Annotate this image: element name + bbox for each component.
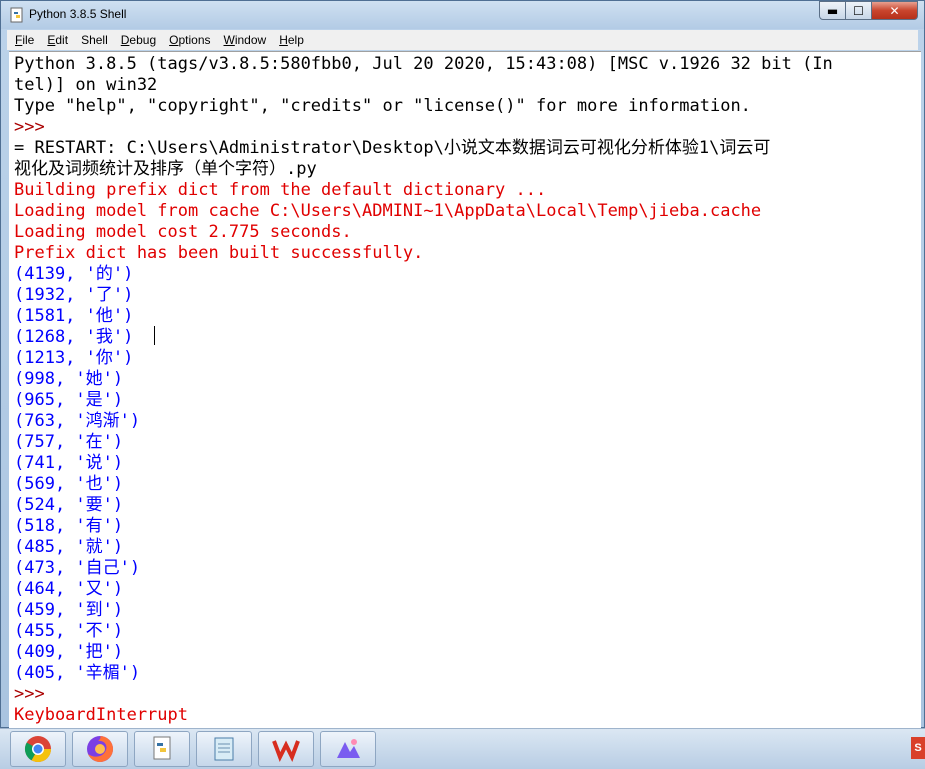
menu-window[interactable]: Window: [216, 33, 272, 47]
shell-line: (473, '自己'): [14, 558, 141, 578]
menu-debug[interactable]: Debug: [113, 33, 161, 47]
shell-line: >>>: [14, 117, 55, 137]
taskbar-wps[interactable]: [258, 731, 314, 767]
shell-line: 视化及词频统计及排序（单个字符）.py: [14, 159, 317, 179]
shell-line: >>>: [14, 684, 55, 704]
menu-shell[interactable]: Shell: [73, 33, 113, 47]
window-controls: ▬ ☐ ✕: [819, 1, 918, 21]
shell-line: (409, '把'): [14, 642, 124, 662]
shell-line: (1932, '了'): [14, 285, 134, 305]
menu-bar: File Edit Shell Debug Options Window Hel…: [7, 30, 918, 50]
shell-line: (763, '鸿渐'): [14, 411, 141, 431]
shell-line: = RESTART: C:\Users\Administrator\Deskto…: [14, 138, 771, 158]
shell-line: (998, '她'): [14, 369, 124, 389]
firefox-icon: [87, 736, 113, 762]
shell-line: Loading model cost 2.775 seconds.: [14, 222, 352, 242]
shell-line: Building prefix dict from the default di…: [14, 180, 547, 200]
shell-line: (741, '说'): [14, 453, 124, 473]
close-button[interactable]: ✕: [872, 1, 918, 20]
title-bar[interactable]: Python 3.8.5 Shell ▬ ☐ ✕: [1, 1, 924, 29]
shell-line: (1581, '他'): [14, 306, 134, 326]
menu-file[interactable]: File: [7, 33, 39, 47]
shell-line: (455, '不'): [14, 621, 124, 641]
chrome-icon: [24, 736, 52, 763]
wps-writer-icon: [272, 740, 300, 762]
shell-line: (459, '到'): [14, 600, 124, 620]
shell-line: (464, '又'): [14, 579, 124, 599]
menu-help[interactable]: Help: [271, 33, 309, 47]
shell-line: Python 3.8.5 (tags/v3.8.5:580fbb0, Jul 2…: [14, 54, 833, 74]
shell-line: (4139, '的'): [14, 264, 134, 284]
minimize-button[interactable]: ▬: [819, 1, 846, 20]
shell-line: (1213, '你'): [14, 348, 134, 368]
tray-app-logo[interactable]: S: [911, 737, 925, 759]
taskbar-chrome[interactable]: [10, 731, 66, 767]
shell-output-area[interactable]: Python 3.8.5 (tags/v3.8.5:580fbb0, Jul 2…: [9, 51, 921, 728]
idle-shell-window: Python 3.8.5 Shell ▬ ☐ ✕ File Edit Shell…: [0, 0, 925, 728]
python-file-icon: [10, 7, 23, 23]
taskbar-python-idle[interactable]: [134, 731, 190, 767]
taskbar-notepad[interactable]: [196, 731, 252, 767]
image-viewer-icon: [337, 739, 360, 758]
shell-line: Loading model from cache C:\Users\ADMINI…: [14, 201, 762, 221]
shell-line: (757, '在'): [14, 432, 124, 452]
taskbar: S: [0, 728, 925, 769]
shell-line: KeyboardInterrupt: [14, 705, 188, 725]
shell-line: (485, '就'): [14, 537, 124, 557]
shell-line: (965, '是'): [14, 390, 124, 410]
menu-edit[interactable]: Edit: [39, 33, 73, 47]
shell-line: (405, '辛楣'): [14, 663, 141, 683]
maximize-button[interactable]: ☐: [846, 1, 872, 20]
shell-line: Prefix dict has been built successfully.: [14, 243, 424, 263]
taskbar-image-viewer[interactable]: [320, 731, 376, 767]
shell-line: Type "help", "copyright", "credits" or "…: [14, 96, 751, 116]
notepad-icon: [214, 737, 234, 761]
text-cursor: [154, 326, 155, 345]
window-title: Python 3.8.5 Shell: [29, 7, 127, 21]
python-idle-icon: [153, 736, 171, 760]
shell-line: (569, '也'): [14, 474, 124, 494]
taskbar-firefox[interactable]: [72, 731, 128, 767]
shell-line: (518, '有'): [14, 516, 124, 536]
shell-line: (524, '要'): [14, 495, 124, 515]
shell-line: tel)] on win32: [14, 75, 158, 95]
menu-options[interactable]: Options: [161, 33, 215, 47]
shell-line: (1268, '我'): [14, 327, 134, 347]
